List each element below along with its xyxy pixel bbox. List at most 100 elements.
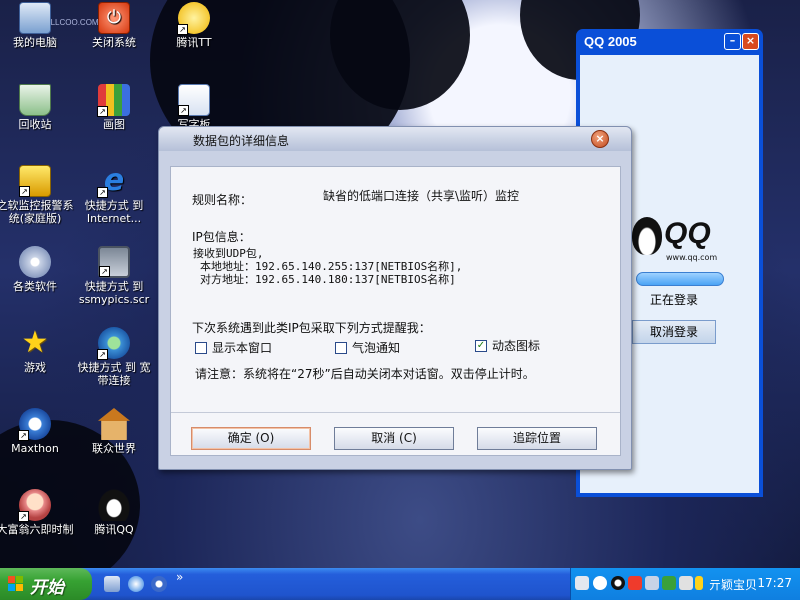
login-status: 正在登录	[650, 293, 699, 307]
desktop-icon-monopoly[interactable]: ↗ 大富翁六即时制	[0, 489, 75, 536]
desktop-icon-label: 游戏	[24, 361, 46, 374]
login-progress-bar	[636, 272, 724, 286]
trace-location-button[interactable]: 追踪位置	[477, 427, 597, 450]
show-window-label: 显示本窗口	[212, 341, 273, 355]
desktop-icon-games[interactable]: ★ 游戏	[0, 325, 75, 375]
alarm-icon: ↗	[19, 165, 51, 197]
rule-name-value: 缺省的低端口连接（共享\监听）监控	[323, 189, 520, 203]
desktop-icon-label: 快捷方式 到 宽带连接	[77, 361, 151, 387]
chevron-left-icon[interactable]	[593, 576, 607, 590]
desktop-icon-paint[interactable]: ↗ 画图	[74, 84, 154, 131]
internet-explorer-icon: e ↗	[97, 165, 130, 198]
shortcut-arrow-icon: ↗	[178, 105, 189, 116]
desktop-icon-broadband[interactable]: ↗ 快捷方式 到 宽带连接	[74, 327, 154, 387]
start-label: 开始	[30, 578, 64, 598]
desktop-icon-label: 快捷方式 到 ssmypics.scr	[78, 280, 150, 306]
desktop-icon-label: 画图	[103, 118, 125, 131]
volume-icon[interactable]	[679, 576, 693, 590]
desktop-icon-label: 关闭系统	[92, 36, 136, 49]
bubble-notify-checkbox[interactable]: 气泡通知	[335, 339, 400, 356]
monopoly-icon: ↗	[18, 489, 51, 522]
cancel-login-button[interactable]: 取消登录	[632, 320, 716, 344]
status-tray-icon[interactable]	[695, 576, 703, 590]
desktop-icon-label: Maxthon	[11, 442, 59, 455]
paint-icon: ↗	[97, 84, 130, 117]
desktop-icon-ourgame[interactable]: 联众世界	[74, 408, 154, 455]
computer-icon	[19, 2, 51, 34]
tt-browser-icon: ↗	[177, 2, 210, 35]
dialog-title: 数据包的详细信息	[159, 127, 631, 151]
taskbar: 开始 » 亓颖宝贝 17:27	[0, 568, 800, 600]
qq-tray-icon[interactable]	[611, 576, 625, 590]
desktop-icon-software[interactable]: 各类软件	[0, 246, 75, 293]
desktop-icon-label: 大富翁六即时制	[0, 523, 74, 536]
ie-quicklaunch-icon[interactable]	[128, 576, 144, 592]
shortcut-arrow-icon: ↗	[97, 106, 108, 117]
network-tray-icon[interactable]	[645, 576, 659, 590]
desktop-icon-wordpad[interactable]: ↗ 写字板	[154, 84, 234, 131]
shortcut-arrow-icon: ↗	[99, 266, 110, 277]
bubble-notify-label: 气泡通知	[352, 341, 401, 355]
shortcut-arrow-icon: ↗	[97, 187, 108, 198]
close-button[interactable]: ×	[742, 33, 759, 50]
desktop-icon-label: 快捷方式 到 Internet...	[84, 199, 144, 225]
dialog-close-button[interactable]: ×	[591, 130, 609, 148]
desktop-icon-tencent-tt[interactable]: ↗ 腾讯TT	[154, 2, 234, 49]
show-window-checkbox[interactable]: 显示本窗口	[195, 339, 272, 356]
desktop-icon-internet[interactable]: e ↗ 快捷方式 到 Internet...	[74, 165, 154, 226]
desktop-icon-label: 回收站	[18, 118, 52, 131]
desktop-icon-monitor-alarm[interactable]: ↗ 之软监控报警系统(家庭版)	[0, 165, 75, 225]
quicklaunch-more-button[interactable]: »	[176, 570, 183, 584]
wordpad-icon: ↗	[178, 84, 210, 116]
qq-penguin-icon	[98, 489, 130, 521]
house-icon	[98, 408, 130, 440]
dialog-panel: 规则名称： 缺省的低端口连接（共享\监听）监控 IP包信息： 接收到UDP包, …	[170, 166, 621, 456]
desktop-icon-ssmypics[interactable]: ↗ 快捷方式 到 ssmypics.scr	[74, 246, 154, 306]
packet-detail-dialog[interactable]: 数据包的详细信息 × 规则名称： 缺省的低端口连接（共享\监听）监控 IP包信息…	[158, 126, 632, 470]
shield-icon[interactable]	[628, 576, 642, 590]
divider	[171, 412, 620, 413]
desktop-icon-label: 腾讯QQ	[94, 523, 134, 536]
media-player-icon[interactable]	[151, 576, 167, 592]
desktop-icon-my-computer[interactable]: 我的电脑	[0, 2, 75, 49]
checkbox-box[interactable]	[195, 341, 207, 354]
qq-logo: QQ www.qq.com	[632, 215, 732, 263]
desktop-icon-label: 我的电脑	[13, 36, 57, 49]
desktop-icon-tencent-qq[interactable]: 腾讯QQ	[74, 489, 154, 536]
cancel-button[interactable]: 取消 (C)	[334, 427, 454, 450]
minimize-button[interactable]: –	[724, 33, 741, 50]
ip-packet-line-1: 接收到UDP包,	[193, 247, 264, 260]
clock[interactable]: 17:27	[757, 576, 792, 590]
system-tray: 亓颖宝贝 17:27	[570, 568, 800, 600]
recycle-bin-icon	[19, 84, 51, 116]
show-desktop-icon[interactable]	[104, 576, 120, 592]
shortcut-arrow-icon: ↗	[18, 511, 29, 522]
dynamic-icon-checkbox[interactable]: ✓ 动态图标	[475, 337, 540, 354]
desktop-icon-label: 联众世界	[92, 442, 136, 455]
shortcut-arrow-icon: ↗	[97, 349, 108, 360]
desktop-icon-label: 各类软件	[13, 280, 57, 293]
ok-button[interactable]: 确定 (O)	[191, 427, 311, 450]
windows-flag-icon	[8, 576, 24, 592]
qq-penguin-icon	[632, 217, 662, 255]
maxthon-icon: ↗	[18, 408, 51, 441]
cd-icon	[19, 246, 51, 278]
qq-logo-url: www.qq.com	[666, 253, 718, 262]
checkbox-box[interactable]	[335, 341, 347, 354]
desktop-icon-recycle-bin[interactable]: 回收站	[0, 84, 75, 131]
star-icon: ★	[21, 325, 49, 360]
ip-packet-line-3: 对方地址：192.65.140.180:137[NETBIOS名称]	[200, 273, 456, 286]
desktop-icon-maxthon[interactable]: ↗ Maxthon	[0, 408, 75, 455]
firewall-tray-icon[interactable]	[662, 576, 676, 590]
qq-logo-text: QQ	[664, 217, 711, 250]
next-action-label: 下次系统遇到此类IP包采取下列方式提醒我：	[192, 321, 431, 335]
power-icon: ⏻	[98, 2, 130, 34]
keyboard-icon[interactable]	[575, 576, 589, 590]
ip-packet-line-2: 本地地址：192.65.140.255:137[NETBIOS名称],	[200, 260, 463, 273]
network-icon: ↗	[97, 327, 130, 360]
checkmark-icon[interactable]: ✓	[475, 339, 487, 352]
desktop-icon-shutdown[interactable]: ⏻ 关闭系统	[74, 2, 154, 49]
ip-packet-label: IP包信息：	[192, 230, 251, 244]
start-button[interactable]: 开始	[0, 568, 92, 600]
shortcut-arrow-icon: ↗	[18, 430, 29, 441]
